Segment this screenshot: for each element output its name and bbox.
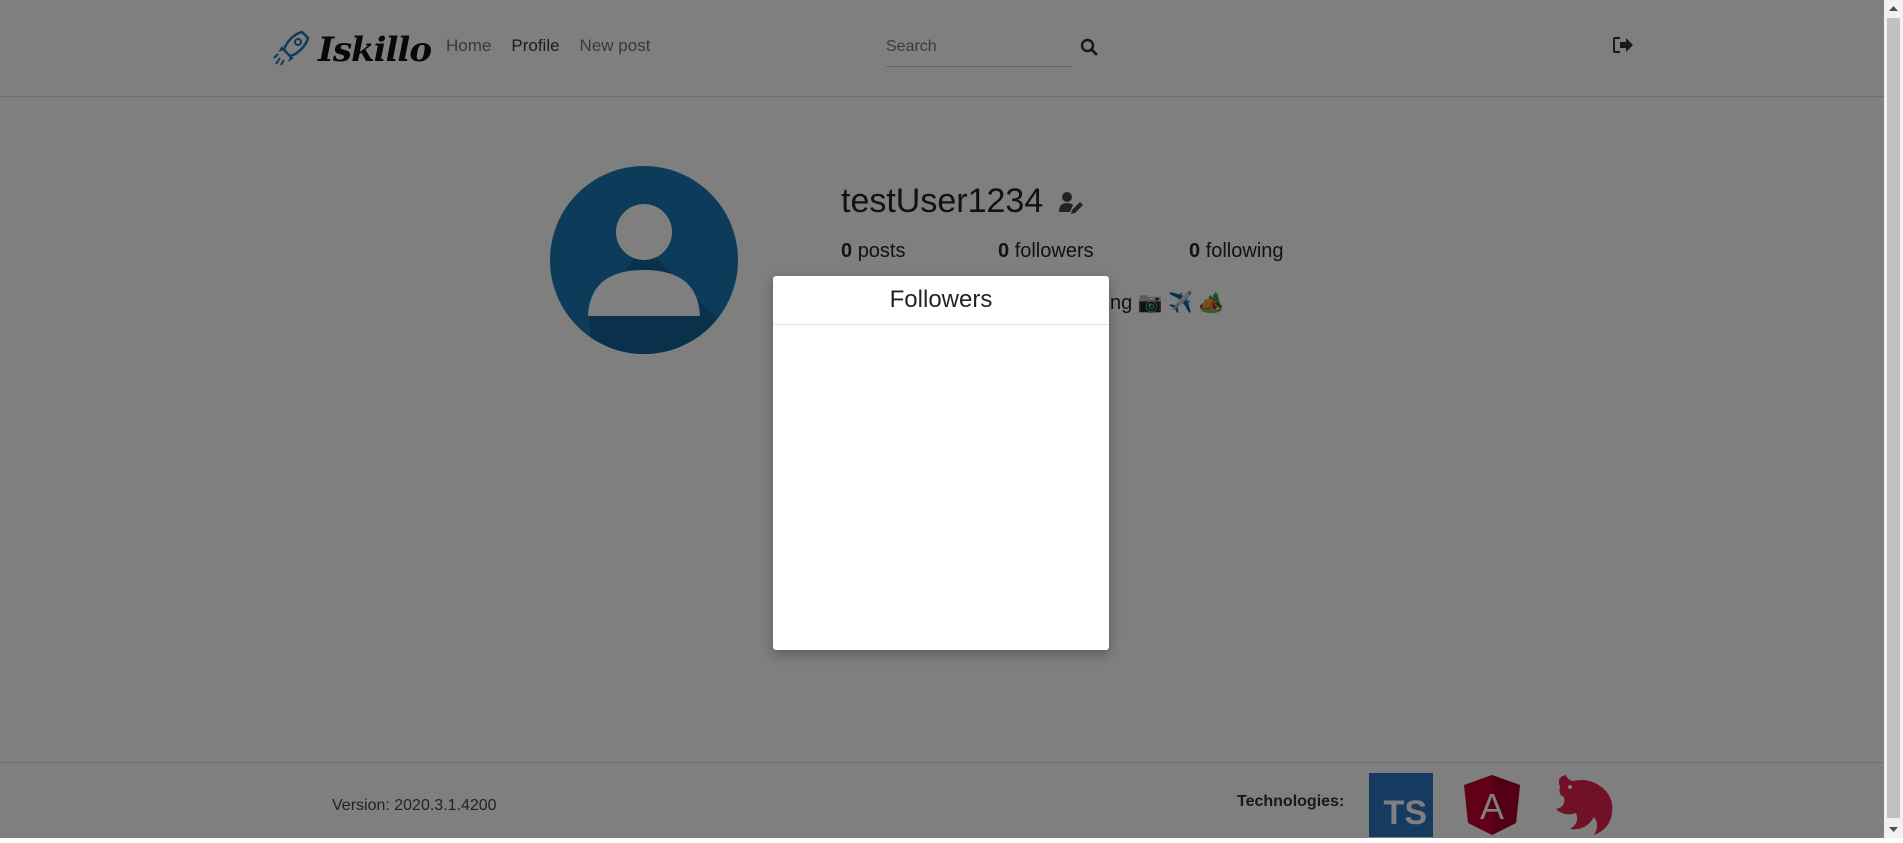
modal-header: Followers <box>773 276 1109 325</box>
modal-title: Followers <box>889 286 993 313</box>
page-scrollbar[interactable] <box>1884 0 1903 838</box>
followers-list <box>773 325 1109 650</box>
scroll-down-arrow-icon[interactable] <box>1884 821 1903 838</box>
scrollbar-thumb[interactable] <box>1887 18 1900 818</box>
page: Iskillo Home Profile New post <box>0 0 1884 839</box>
scroll-up-arrow-icon[interactable] <box>1884 0 1903 17</box>
followers-modal: Followers <box>773 276 1109 650</box>
